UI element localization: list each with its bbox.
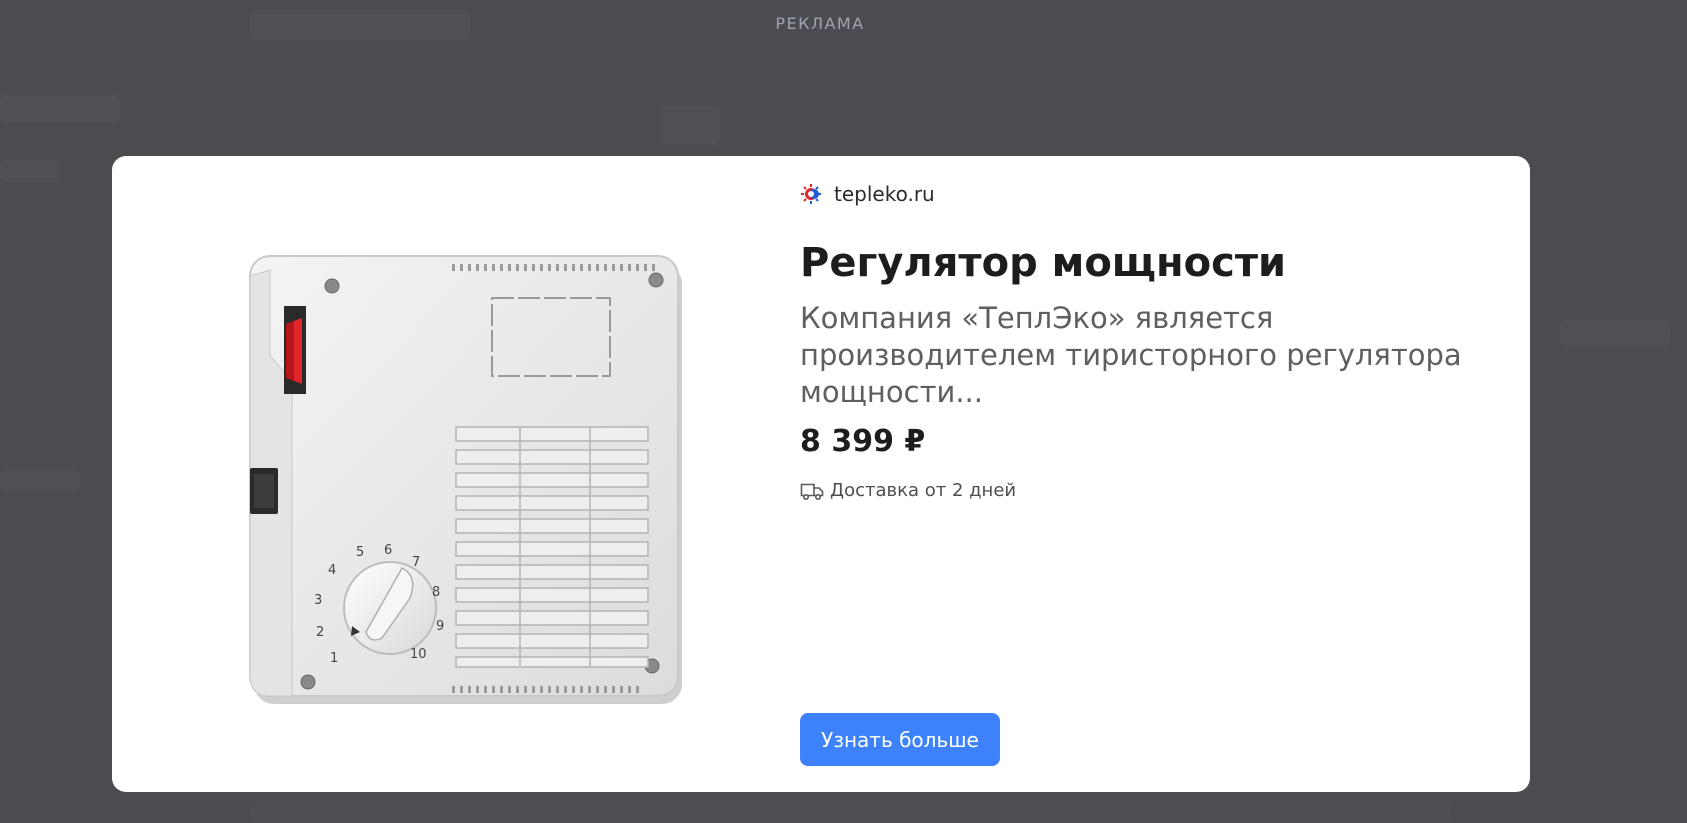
dial-number: 3 xyxy=(314,593,322,608)
domain-text: tepleko.ru xyxy=(834,182,935,206)
ad-content: tepleko.ru Регулятор мощности Компания «… xyxy=(800,156,1480,792)
price: 8 399 ₽ xyxy=(800,424,926,459)
ad-card[interactable]: 1 2 3 4 5 6 7 8 9 10 tepleko.ru Регулято… xyxy=(112,156,1530,792)
truck-icon xyxy=(800,483,824,500)
product-image[interactable]: 1 2 3 4 5 6 7 8 9 10 xyxy=(242,206,792,736)
dial-number: 6 xyxy=(384,543,392,558)
ad-description: Компания «ТеплЭко» является производител… xyxy=(800,301,1462,409)
dial-number: 5 xyxy=(356,545,364,560)
tepleko-logo-icon xyxy=(801,184,821,204)
dial-number: 1 xyxy=(330,651,338,666)
delivery-info: Доставка от 2 дней xyxy=(800,480,1016,501)
dial-number: 8 xyxy=(432,585,440,600)
ad-title[interactable]: Регулятор мощности xyxy=(800,240,1286,286)
ad-label: РЕКЛАМА xyxy=(775,14,865,33)
dial-number: 9 xyxy=(436,619,444,634)
delivery-text: Доставка от 2 дней xyxy=(830,480,1017,501)
dial-number: 4 xyxy=(328,563,336,578)
dial-number: 7 xyxy=(412,555,420,570)
dial-number: 10 xyxy=(410,647,427,662)
domain-link[interactable]: tepleko.ru xyxy=(800,182,935,206)
learn-more-button[interactable]: Узнать больше xyxy=(800,713,1000,766)
dial-number: 2 xyxy=(316,625,324,640)
